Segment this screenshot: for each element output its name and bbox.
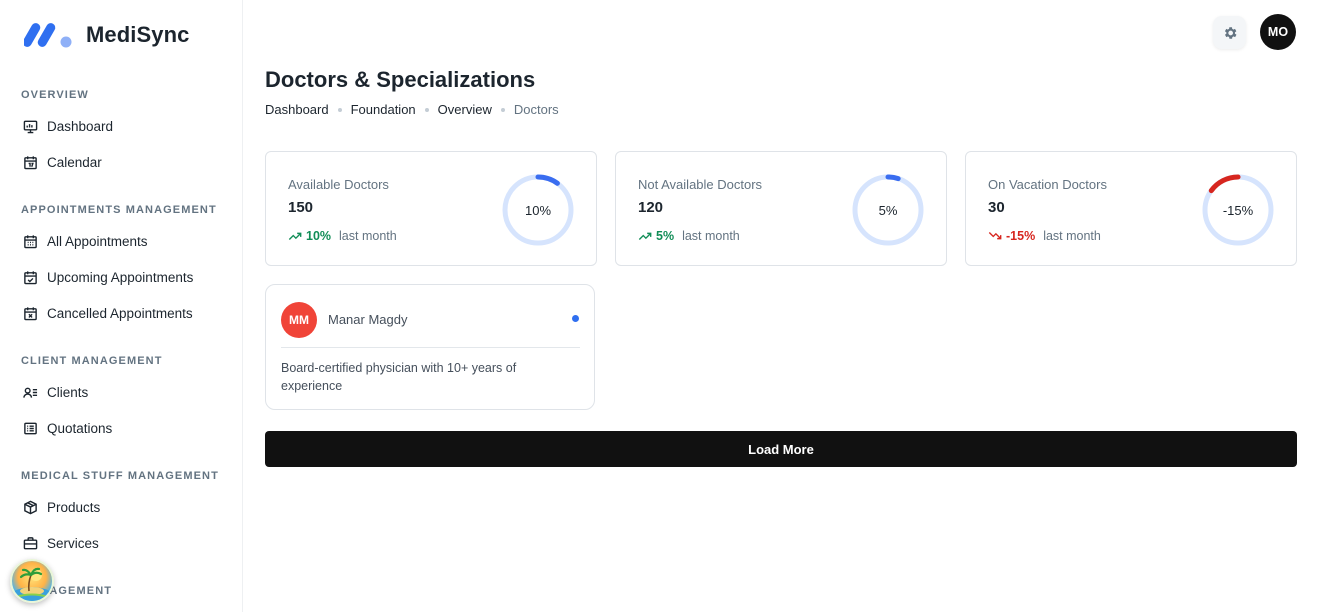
trend-up-icon [288,232,302,240]
progress-ring: -15% [1201,173,1275,247]
stat-card-not-available: Not Available Doctors 120 5% last month … [615,151,947,266]
presentation-board-icon [22,118,38,134]
floating-island-button[interactable] [10,559,54,603]
breadcrumb-separator [500,107,505,112]
sidebar-item-clients[interactable]: Clients [22,380,88,404]
sidebar-item-label: All Appointments [47,233,148,249]
breadcrumb-doctors: Doctors [513,102,559,117]
stat-trend-percent: 5% [656,229,675,243]
status-dot [572,315,579,322]
progress-ring: 5% [851,173,925,247]
section-title-appointments: APPOINTMENTS MANAGEMENT [21,204,217,216]
breadcrumb-separator [424,107,429,112]
sidebar-item-quotations[interactable]: Quotations [22,416,112,440]
sidebar-item-label: Cancelled Appointments [47,305,193,321]
sidebar: MediSync OVERVIEW Dashboard Calendar APP… [0,0,243,612]
sidebar-item-label: Services [47,535,99,551]
box-icon [22,499,38,515]
breadcrumb-foundation[interactable]: Foundation [351,102,416,117]
sidebar-item-label: Clients [47,384,89,400]
sidebar-item-calendar[interactable]: Calendar [22,150,102,174]
calendar-grid-icon [22,233,38,249]
page-title: Doctors & Specializations [265,67,536,92]
sidebar-item-label: Dashboard [47,118,114,134]
section-title-overview: OVERVIEW [21,89,89,101]
stat-value: 30 [988,199,1005,216]
stat-label: Available Doctors [288,177,389,192]
gear-icon [1224,26,1236,39]
breadcrumb-separator [337,107,342,112]
calendar-check-icon [22,269,38,285]
sidebar-item-services[interactable]: Services [22,531,99,555]
stat-value: 120 [638,199,664,216]
sidebar-item-cancelled-appointments[interactable]: Cancelled Appointments [22,301,193,325]
briefcase-icon [22,535,38,551]
doctor-name: Manar Magdy [328,312,408,327]
load-more-button[interactable]: Load More [265,431,1297,467]
stat-label: On Vacation Doctors [988,177,1107,192]
stat-trend-period: last month [682,229,740,243]
divider [281,347,580,348]
document-list-icon [22,420,38,436]
doctor-bio: Board-certified physician with 10+ years… [281,361,517,393]
sidebar-item-upcoming-appointments[interactable]: Upcoming Appointments [22,265,193,289]
sidebar-item-products[interactable]: Products [22,495,100,519]
section-title-medical-stuff: MEDICAL STUFF MANAGEMENT [21,470,219,482]
trend-up-icon [638,232,652,240]
breadcrumb-dashboard[interactable]: Dashboard [265,102,329,117]
sidebar-item-label: Upcoming Appointments [47,269,194,285]
calendar-icon [22,154,38,170]
progress-ring-label: 5% [878,202,898,218]
stat-trend: -15% last month [988,229,1101,243]
sidebar-item-label: Calendar [47,154,102,170]
stat-trend-period: last month [1043,229,1101,243]
user-avatar[interactable]: MO [1260,14,1296,50]
breadcrumb-overview[interactable]: Overview [438,102,492,117]
stat-label: Not Available Doctors [638,177,763,192]
progress-ring-label: 10% [524,202,552,218]
section-title-clients: CLIENT MANAGEMENT [21,355,163,367]
doctor-card[interactable]: MM Manar Magdy Board-certified physician… [265,284,595,410]
stat-trend-period: last month [339,229,397,243]
medisync-logo-icon [24,23,72,48]
progress-ring: 10% [501,173,575,247]
settings-button[interactable] [1213,16,1246,49]
stat-trend: 5% last month [638,229,740,243]
stat-trend-percent: 10% [306,229,332,243]
stat-trend: 10% last month [288,229,397,243]
app-name: MediSync [86,22,190,47]
logo[interactable]: MediSync [24,20,190,50]
breadcrumb: Dashboard Foundation Overview Doctors [265,102,559,117]
calendar-x-icon [22,305,38,321]
stat-trend-percent: -15% [1006,229,1036,243]
user-list-icon [22,384,38,400]
stat-card-available: Available Doctors 150 10% last month 10% [265,151,597,266]
stat-value: 150 [288,199,314,216]
stat-card-on-vacation: On Vacation Doctors 30 -15% last month -… [965,151,1297,266]
sidebar-item-dashboard[interactable]: Dashboard [22,114,113,138]
sidebar-item-label: Products [47,499,101,515]
doctor-avatar: MM [281,302,317,338]
sidebar-item-label: Quotations [47,420,113,436]
sidebar-item-all-appointments[interactable]: All Appointments [22,229,148,253]
progress-ring-label: -15% [1222,202,1254,218]
trend-down-icon [988,232,1002,240]
island-icon [14,567,50,601]
